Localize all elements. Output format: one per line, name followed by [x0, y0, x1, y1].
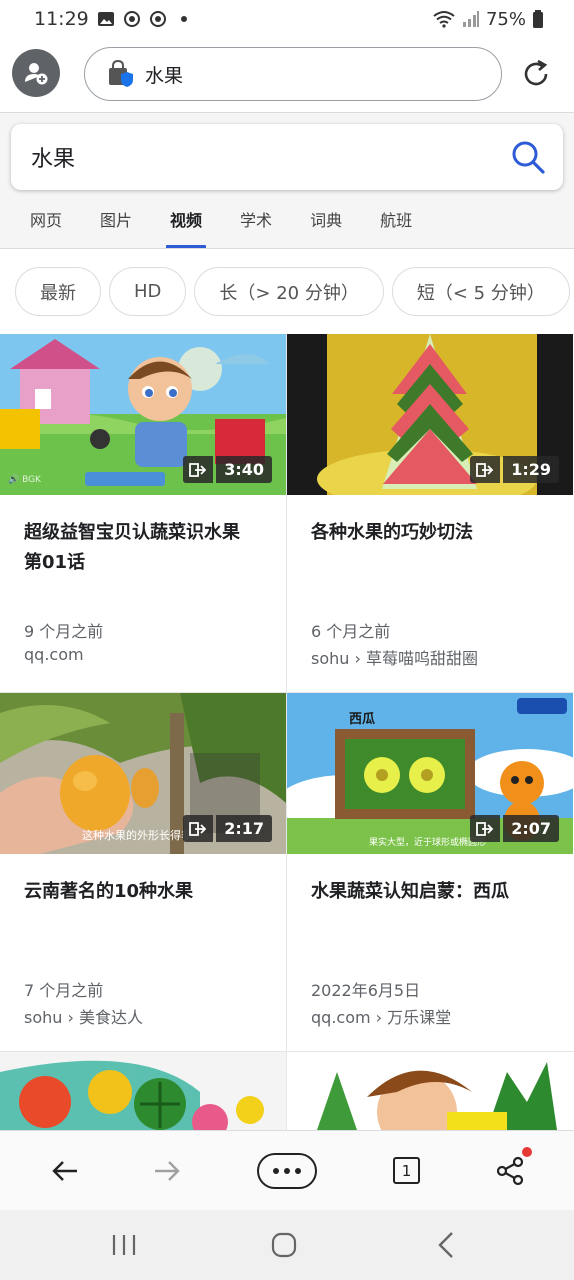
- back-button[interactable]: [47, 1153, 83, 1189]
- battery-icon: [533, 10, 543, 28]
- status-time: 11:29: [34, 8, 89, 30]
- video-card[interactable]: 1:29 各种水果的巧妙切法 6 个月之前 sohu › 草莓喵呜甜甜圈: [287, 334, 573, 692]
- duration-badge: 2:07: [470, 815, 559, 842]
- more-dot-icon: [295, 1168, 301, 1174]
- thumb-caption: 这种水果的外形长得非: [82, 828, 192, 842]
- video-thumbnail[interactable]: 西瓜 果实大型，近于球形或椭圆形 2:07: [287, 693, 573, 854]
- gallery-icon: [97, 12, 114, 26]
- forward-button[interactable]: [149, 1153, 185, 1189]
- duration-badge: 2:17: [183, 815, 272, 842]
- wifi-icon: [433, 11, 455, 28]
- video-card[interactable]: 🔊 BGK 3:40 超级益智宝贝认蔬菜识水果 第01话 9 个月之前 qq.c…: [0, 334, 286, 692]
- duration-badge: 1:29: [470, 456, 559, 483]
- video-duration: 1:29: [503, 456, 559, 483]
- more-dot-icon: [284, 1168, 290, 1174]
- video-date: 7 个月之前: [24, 981, 104, 1000]
- thumb-caption: 果实大型，近于球形或椭圆形: [369, 836, 486, 848]
- video-date: 6 个月之前: [311, 622, 391, 641]
- toy-fruit-thumbnail-image: [0, 1052, 286, 1130]
- share-arrow-icon[interactable]: [470, 456, 501, 483]
- tab-web[interactable]: 网页: [30, 204, 62, 249]
- filter-chips: 最新 HD 长（> 20 分钟） 短（< 5 分钟）: [0, 267, 574, 317]
- filter-long[interactable]: 长（> 20 分钟）: [194, 267, 384, 316]
- video-source: sohu › 草莓喵呜甜甜圈: [311, 649, 478, 668]
- url-text: 水果: [145, 64, 184, 87]
- notification-badge: [522, 1147, 532, 1157]
- shopping-bag-shield-icon: [109, 60, 133, 87]
- share-arrow-icon[interactable]: [470, 815, 501, 842]
- search-query: 水果: [31, 147, 76, 172]
- video-date: 9 个月之前: [24, 622, 104, 641]
- cartoon-baby-fruit-thumbnail-image: [287, 1052, 573, 1130]
- status-bar: 11:29 75%: [0, 0, 574, 38]
- browser-toolbar: 1: [0, 1130, 574, 1210]
- video-duration: 2:17: [216, 815, 272, 842]
- system-nav-bar: [0, 1210, 574, 1280]
- recent-apps-icon[interactable]: [111, 1233, 137, 1257]
- video-title[interactable]: 云南著名的10种水果: [24, 877, 264, 907]
- thumb-watermark: 🔊 BGK: [8, 473, 42, 485]
- notification-dot-icon: [180, 16, 187, 22]
- tab-flights[interactable]: 航班: [380, 204, 412, 249]
- video-card-partial[interactable]: [0, 1052, 286, 1130]
- search-icon[interactable]: [511, 140, 545, 174]
- video-source: qq.com: [24, 645, 84, 664]
- sync-icon-2: [149, 11, 166, 27]
- forward-arrow-icon: [155, 1161, 180, 1181]
- video-duration: 2:07: [503, 815, 559, 842]
- video-thumbnail[interactable]: 🔊 BGK 3:40: [0, 334, 286, 495]
- more-dot-icon: [273, 1168, 279, 1174]
- video-thumbnail[interactable]: 这种水果的外形长得非 2:17: [0, 693, 286, 854]
- tab-academic[interactable]: 学术: [240, 204, 272, 249]
- share-button[interactable]: [492, 1153, 528, 1189]
- back-arrow-icon: [52, 1161, 77, 1181]
- filter-hd[interactable]: HD: [109, 267, 187, 316]
- tabs-button[interactable]: 1: [393, 1157, 420, 1184]
- sync-icon: [123, 11, 140, 27]
- video-card[interactable]: 西瓜 果实大型，近于球形或椭圆形 2:07 水果蔬菜认知启蒙：西瓜 2022年6…: [287, 693, 573, 1051]
- video-source: qq.com › 万乐课堂: [311, 1008, 452, 1027]
- profile-avatar-button[interactable]: [12, 49, 60, 97]
- duration-badge: 3:40: [183, 456, 272, 483]
- search-header: 水果 网页 图片 视频 学术 词典 航班: [0, 113, 574, 249]
- share-icon: [496, 1156, 524, 1186]
- more-menu-button[interactable]: [257, 1153, 317, 1189]
- video-source: sohu › 美食达人: [24, 1008, 143, 1027]
- video-duration: 3:40: [216, 456, 272, 483]
- thumb-heading: 西瓜: [349, 712, 375, 727]
- tabs-divider: [0, 248, 574, 249]
- filter-latest[interactable]: 最新: [15, 267, 101, 316]
- url-bar[interactable]: 水果: [84, 47, 502, 101]
- system-back-icon[interactable]: [436, 1231, 456, 1259]
- reload-icon[interactable]: [520, 58, 552, 90]
- tab-dictionary[interactable]: 词典: [310, 204, 342, 249]
- add-user-icon: [25, 63, 48, 85]
- tab-videos[interactable]: 视频: [166, 204, 207, 249]
- signal-icon: [462, 11, 479, 27]
- video-date: 2022年6月5日: [311, 981, 421, 1000]
- tab-images[interactable]: 图片: [100, 204, 132, 249]
- home-icon[interactable]: [271, 1232, 297, 1258]
- address-row: 水果: [0, 44, 574, 106]
- video-thumbnail[interactable]: 1:29: [287, 334, 573, 495]
- search-input[interactable]: 水果: [11, 124, 563, 190]
- video-card[interactable]: 这种水果的外形长得非 2:17 云南著名的10种水果 7 个月之前 sohu ›…: [0, 693, 286, 1051]
- share-arrow-icon[interactable]: [183, 456, 214, 483]
- video-title[interactable]: 超级益智宝贝认蔬菜识水果 第01话: [24, 518, 264, 578]
- filter-short[interactable]: 短（< 5 分钟）: [391, 267, 570, 316]
- video-title[interactable]: 水果蔬菜认知启蒙：西瓜: [311, 877, 551, 907]
- share-arrow-icon[interactable]: [183, 815, 214, 842]
- vertical-tabs: 网页 图片 视频 学术 词典 航班: [0, 204, 574, 249]
- battery-percent: 75%: [485, 8, 526, 30]
- video-card-partial[interactable]: [287, 1052, 573, 1130]
- video-title[interactable]: 各种水果的巧妙切法: [311, 518, 551, 548]
